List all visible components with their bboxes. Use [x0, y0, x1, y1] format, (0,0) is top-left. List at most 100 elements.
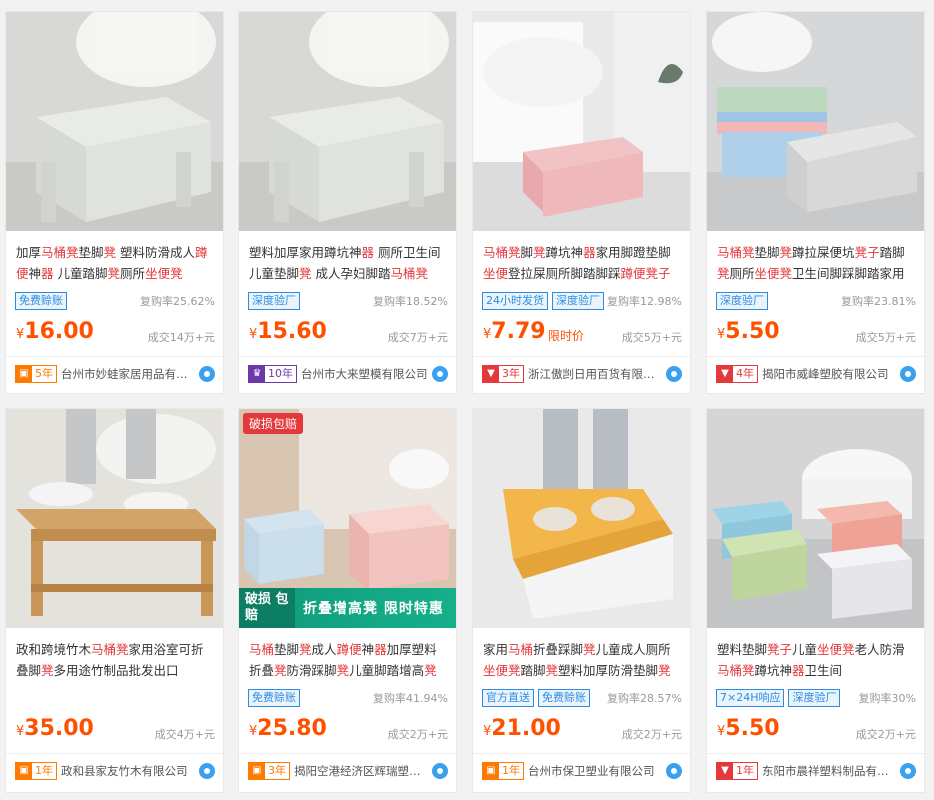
divider — [707, 753, 924, 754]
service-tag[interactable]: 官方直送 — [482, 689, 534, 707]
sales-volume: 成交2万+元 — [621, 728, 682, 741]
medal-icon: ▼ — [717, 763, 733, 779]
title-keyword: 蹲便凳子 — [620, 266, 671, 281]
repurchase-rate: 复购率25.62% — [140, 295, 215, 308]
repurchase-rate: 复购率23.81% — [841, 295, 916, 308]
product-card[interactable]: 家用马桶折叠踩脚凳儿童成人厕所坐便凳踏脚凳塑料加厚防滑垫脚凳 官方直送 免费赊账 … — [472, 408, 691, 793]
product-title[interactable]: 马桶垫脚凳成人蹲便神器加厚塑料折叠凳防滑踩脚凳儿童脚踏增高凳 — [249, 639, 448, 681]
title-keyword: 马桶凳 — [91, 642, 129, 657]
service-tag[interactable]: 深度验厂 — [716, 292, 768, 310]
title-keyword: 凳 — [583, 642, 596, 657]
shop-row[interactable]: ▼1年 东阳市晨祥塑料制品有限公司 — [716, 761, 916, 781]
product-image[interactable] — [707, 12, 924, 231]
title-keyword: 凳 — [545, 663, 559, 678]
shop-name[interactable]: 浙江傲剀日用百货有限公司 — [528, 366, 662, 382]
product-title[interactable]: 马桶凳脚凳蹲坑神器家用脚蹬垫脚坐便登拉屎厕所脚踏脚踩蹲便凳子 — [483, 242, 682, 284]
product-title[interactable]: 政和跨境竹木马桶凳家用浴室可折叠脚凳多用途竹制品批发出口 — [16, 639, 215, 681]
divider — [473, 753, 690, 754]
shop-row[interactable]: ▣3年 揭阳空港经济区辉瑞塑料制品厂 — [248, 761, 448, 781]
title-keyword: 凳子 — [767, 642, 793, 657]
service-tag[interactable]: 7×24H响应 — [716, 689, 785, 707]
title-text: 垫脚 — [754, 245, 780, 260]
chat-icon[interactable] — [900, 366, 916, 382]
title-keyword: 坐便 — [483, 266, 509, 281]
title-text: 垫脚 — [274, 642, 300, 657]
chat-icon[interactable] — [900, 763, 916, 779]
shop-year-badge: ▣ 5年 — [15, 365, 57, 383]
title-text: 垫脚 — [78, 245, 104, 260]
chat-icon[interactable] — [199, 366, 215, 382]
product-title[interactable]: 家用马桶折叠踩脚凳儿童成人厕所坐便凳踏脚凳塑料加厚防滑垫脚凳 — [483, 639, 682, 681]
title-keyword: 凳 — [107, 266, 121, 281]
shop-name[interactable]: 台州市妙蛙家居用品有限公司 — [61, 366, 195, 382]
chat-icon[interactable] — [666, 763, 682, 779]
service-tag[interactable]: 深度验厂 — [788, 689, 841, 707]
divider — [239, 753, 456, 754]
title-text: 神 — [28, 266, 42, 281]
service-tag[interactable]: 免费赊账 — [248, 689, 300, 707]
title-keyword: 凳 — [658, 663, 671, 678]
product-image[interactable] — [6, 409, 223, 628]
title-text: 成人孕妇脚踏 — [311, 266, 391, 281]
title-text: 踏脚 — [879, 245, 905, 260]
shop-year-badge: ♛ 10年 — [248, 365, 297, 383]
product-card[interactable]: 塑料垫脚凳子儿童坐便凳老人防滑马桶凳蹲坑神器卫生间 7×24H响应 深度验厂 复购… — [706, 408, 925, 793]
title-keyword: 凳 — [533, 245, 546, 260]
divider — [473, 356, 690, 357]
shop-row[interactable]: ▼ 4年 揭阳市威峰塑胶有限公司 — [716, 364, 916, 384]
title-keyword: 凳 — [717, 266, 730, 281]
shop-name[interactable]: 揭阳空港经济区辉瑞塑料制品厂 — [294, 763, 428, 779]
shop-name[interactable]: 揭阳市威峰塑胶有限公司 — [762, 366, 896, 382]
product-image[interactable] — [473, 409, 690, 628]
shop-name[interactable]: 台州市保卫塑业有限公司 — [528, 763, 662, 779]
product-card[interactable]: 政和跨境竹木马桶凳家用浴室可折叠脚凳多用途竹制品批发出口 ¥35.00 成交4万… — [5, 408, 224, 793]
product-image[interactable] — [707, 409, 924, 628]
product-image[interactable]: 破损包赔 破损 包赔 折叠增高凳 限时特惠 — [239, 409, 456, 628]
title-text: 儿童成人厕所 — [595, 642, 671, 657]
price: ¥35.00 — [16, 716, 94, 741]
title-text: 厕所 — [729, 266, 755, 281]
product-card[interactable]: 塑料加厚家用蹲坑神器 厕所卫生间儿童垫脚凳 成人孕妇脚踏马桶凳 深度验厂 复购率… — [238, 11, 457, 394]
repurchase-rate: 复购率12.98% — [607, 295, 682, 308]
shop-row[interactable]: ▣ 1年 政和县家友竹木有限公司 — [15, 761, 215, 781]
product-card[interactable]: 加厚马桶凳垫脚凳 塑料防滑成人蹲便神器 儿童踏脚凳厕所坐便凳 免费赊账 复购率2… — [5, 11, 224, 394]
product-image[interactable] — [473, 12, 690, 231]
medal-icon: ▼ — [717, 366, 733, 382]
service-tag[interactable]: 免费赊账 — [15, 292, 67, 310]
gift-icon: ▣ — [483, 763, 499, 779]
medal-icon: ▼ — [483, 366, 499, 382]
product-card[interactable]: 破损包赔 破损 包赔 折叠增高凳 限时特惠 马桶垫脚凳成人蹲便神器加厚塑料折叠凳… — [238, 408, 457, 793]
chat-icon[interactable] — [199, 763, 215, 779]
product-title[interactable]: 加厚马桶凳垫脚凳 塑料防滑成人蹲便神器 儿童踏脚凳厕所坐便凳 — [16, 242, 215, 284]
product-title[interactable]: 马桶凳垫脚凳蹲拉屎便坑凳子踏脚凳厕所坐便凳卫生间脚踩脚踏家用 — [717, 242, 916, 284]
shop-year-badge: ▼ 4年 — [716, 365, 758, 383]
shop-row[interactable]: ♛ 10年 台州市大来塑模有限公司 — [248, 364, 448, 384]
shop-row[interactable]: ▣ 1年 台州市保卫塑业有限公司 — [482, 761, 682, 781]
divider — [239, 356, 456, 357]
price: ¥5.50 — [717, 319, 780, 344]
title-text: 加厚 — [16, 245, 42, 260]
product-title[interactable]: 塑料加厚家用蹲坑神器 厕所卫生间儿童垫脚凳 成人孕妇脚踏马桶凳 — [249, 242, 448, 284]
service-tag[interactable]: 深度验厂 — [248, 292, 300, 310]
chat-icon[interactable] — [666, 366, 682, 382]
gift-icon: ▣ — [16, 366, 32, 382]
product-card[interactable]: 马桶凳垫脚凳蹲拉屎便坑凳子踏脚凳厕所坐便凳卫生间脚踩脚踏家用 深度验厂 复购率2… — [706, 11, 925, 394]
shop-name[interactable]: 东阳市晨祥塑料制品有限公司 — [762, 763, 896, 779]
title-text: 家用 — [483, 642, 509, 657]
shop-name[interactable]: 台州市大来塑模有限公司 — [301, 366, 428, 382]
chat-icon[interactable] — [432, 763, 448, 779]
shop-year-badge: ▼ 3年 — [482, 365, 524, 383]
sales-volume: 成交14万+元 — [147, 331, 215, 344]
shop-row[interactable]: ▣5年 台州市妙蛙家居用品有限公司 — [15, 364, 215, 384]
shop-row[interactable]: ▼ 3年 浙江傲剀日用百货有限公司 — [482, 364, 682, 384]
product-title[interactable]: 塑料垫脚凳子儿童坐便凳老人防滑马桶凳蹲坑神器卫生间 — [717, 639, 916, 681]
product-image[interactable] — [6, 12, 223, 231]
shop-name[interactable]: 政和县家友竹木有限公司 — [61, 763, 195, 779]
repurchase-rate: 复购率41.94% — [373, 692, 448, 705]
service-tag[interactable]: 24小时发货 — [482, 292, 548, 310]
product-card[interactable]: 马桶凳脚凳蹲坑神器家用脚蹬垫脚坐便登拉屎厕所脚踏脚踩蹲便凳子 24小时发货 深度验… — [472, 11, 691, 394]
service-tag[interactable]: 深度验厂 — [552, 292, 604, 310]
service-tag[interactable]: 免费赊账 — [538, 689, 590, 707]
product-image[interactable] — [239, 12, 456, 231]
chat-icon[interactable] — [432, 366, 448, 382]
